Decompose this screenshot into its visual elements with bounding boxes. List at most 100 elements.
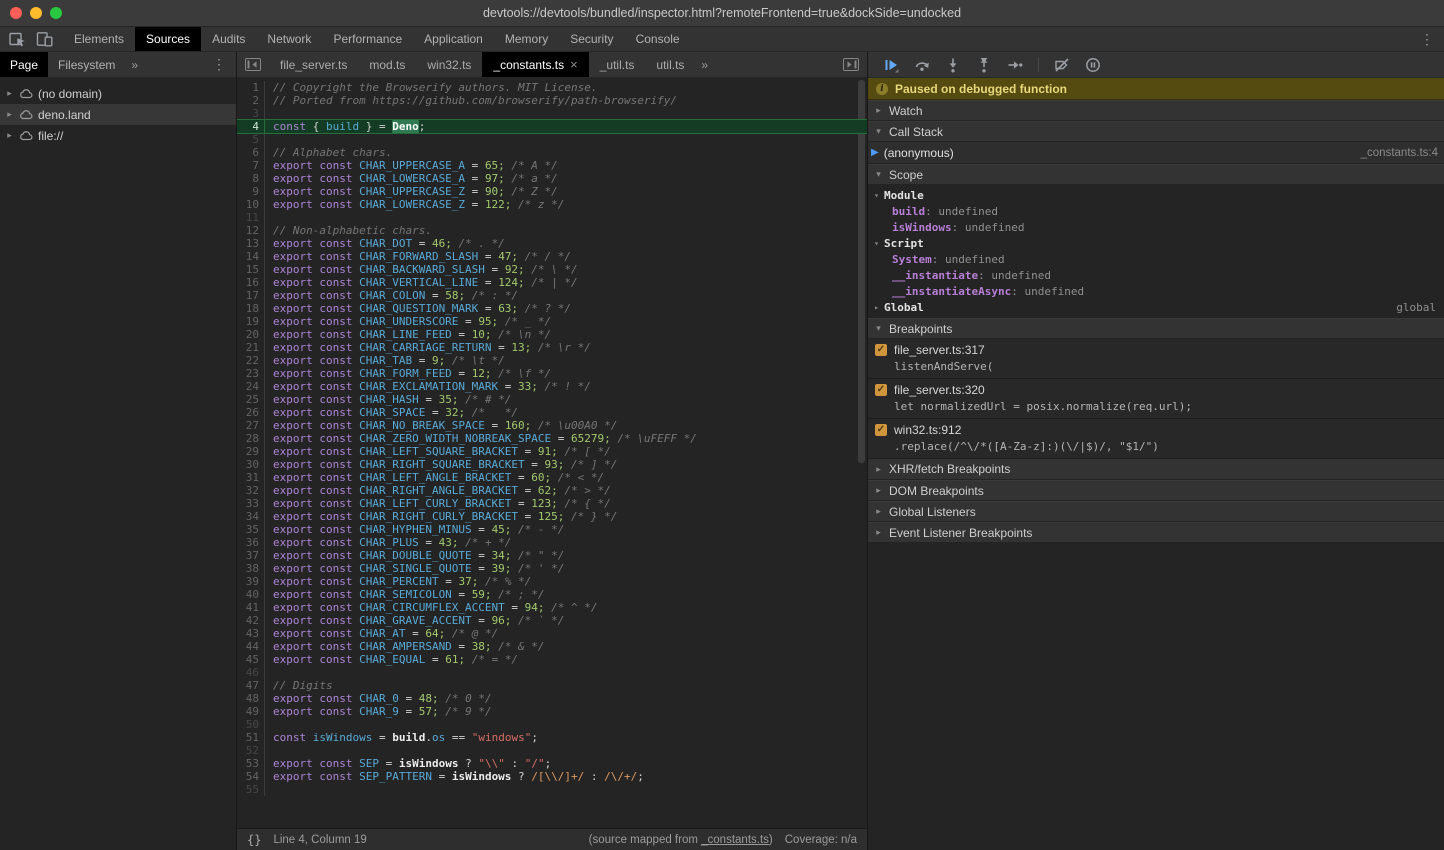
section-watch[interactable]: ▸ Watch <box>868 100 1444 121</box>
tab-network[interactable]: Network <box>256 27 322 51</box>
scope-property[interactable]: __instantiate: undefined <box>868 267 1444 283</box>
sidebar-tree-item-deno-land[interactable]: ▸deno.land <box>0 104 236 125</box>
line-number[interactable]: 53 <box>237 757 265 770</box>
hide-navigator-icon[interactable] <box>237 52 269 77</box>
navigator-tab-filesystem[interactable]: Filesystem <box>48 52 125 77</box>
line-number[interactable]: 6 <box>237 146 265 159</box>
line-number[interactable]: 2 <box>237 94 265 107</box>
device-toolbar-icon[interactable] <box>36 31 53 47</box>
line-number[interactable]: 44 <box>237 640 265 653</box>
step-icon[interactable] <box>1007 57 1023 73</box>
section-xhr-fetch-breakpoints[interactable]: ▸XHR/fetch Breakpoints <box>868 459 1444 480</box>
line-number[interactable]: 9 <box>237 185 265 198</box>
section-global-listeners[interactable]: ▸Global Listeners <box>868 501 1444 522</box>
line-number[interactable]: 25 <box>237 393 265 406</box>
line-number[interactable]: 54 <box>237 770 265 783</box>
tab-console[interactable]: Console <box>625 27 691 51</box>
line-number[interactable]: 26 <box>237 406 265 419</box>
line-number[interactable]: 16 <box>237 276 265 289</box>
line-number[interactable]: 18 <box>237 302 265 315</box>
tab-security[interactable]: Security <box>559 27 624 51</box>
line-number[interactable]: 27 <box>237 419 265 432</box>
line-number[interactable]: 46 <box>237 666 265 679</box>
step-over-icon[interactable] <box>914 57 930 73</box>
breakpoint-checkbox[interactable]: ✓ <box>875 384 887 396</box>
hide-debugger-icon[interactable] <box>835 52 867 77</box>
line-number[interactable]: 41 <box>237 601 265 614</box>
inspect-icon[interactable] <box>9 31 26 47</box>
deactivate-breakpoints-icon[interactable] <box>1054 57 1070 73</box>
disclosure-triangle-icon[interactable]: ▸ <box>5 109 14 120</box>
line-number[interactable]: 8 <box>237 172 265 185</box>
scope-group-global[interactable]: ▸Globalglobal <box>868 299 1444 315</box>
sidebar-tree-item-no-domain[interactable]: ▸(no domain) <box>0 83 236 104</box>
line-number[interactable]: 1 <box>237 81 265 94</box>
scope-property[interactable]: isWindows: undefined <box>868 219 1444 235</box>
line-number[interactable]: 21 <box>237 341 265 354</box>
section-scope[interactable]: ▾ Scope <box>868 164 1444 185</box>
line-number[interactable]: 33 <box>237 497 265 510</box>
code-editor[interactable]: 1// Copyright the Browserify authors. MI… <box>237 78 867 828</box>
tab-elements[interactable]: Elements <box>63 27 135 51</box>
line-number[interactable]: 55 <box>237 783 265 796</box>
line-number[interactable]: 51 <box>237 731 265 744</box>
breakpoint-checkbox[interactable]: ✓ <box>875 344 887 356</box>
file-tabs-overflow-icon[interactable]: » <box>695 52 714 77</box>
tab-application[interactable]: Application <box>413 27 494 51</box>
navigator-more-menu-icon[interactable]: ⋮ <box>202 52 236 77</box>
scope-property[interactable]: __instantiateAsync: undefined <box>868 283 1444 299</box>
section-call-stack[interactable]: ▾ Call Stack <box>868 121 1444 142</box>
line-number[interactable]: 5 <box>237 133 265 146</box>
line-number[interactable]: 34 <box>237 510 265 523</box>
scope-property[interactable]: System: undefined <box>868 251 1444 267</box>
section-event-listener-breakpoints[interactable]: ▸Event Listener Breakpoints <box>868 522 1444 543</box>
section-breakpoints[interactable]: ▾ Breakpoints <box>868 318 1444 339</box>
line-number[interactable]: 39 <box>237 575 265 588</box>
line-number[interactable]: 13 <box>237 237 265 250</box>
line-number[interactable]: 17 <box>237 289 265 302</box>
line-number[interactable]: 28 <box>237 432 265 445</box>
line-number[interactable]: 37 <box>237 549 265 562</box>
line-number[interactable]: 36 <box>237 536 265 549</box>
devtools-more-menu-icon[interactable]: ⋮ <box>1410 27 1444 51</box>
line-number[interactable]: 52 <box>237 744 265 757</box>
line-number[interactable]: 31 <box>237 471 265 484</box>
navigator-tabs-overflow-icon[interactable]: » <box>125 52 144 77</box>
source-mapped-link[interactable]: _constants.ts <box>701 834 769 846</box>
file-tab-mod-ts[interactable]: mod.ts <box>358 52 416 77</box>
line-number[interactable]: 48 <box>237 692 265 705</box>
tab-memory[interactable]: Memory <box>494 27 559 51</box>
tab-sources[interactable]: Sources <box>135 27 201 51</box>
file-tab-win32-ts[interactable]: win32.ts <box>416 52 482 77</box>
file-tab-util-ts[interactable]: _util.ts <box>589 52 646 77</box>
scope-property[interactable]: build: undefined <box>868 203 1444 219</box>
line-number[interactable]: 20 <box>237 328 265 341</box>
tab-performance[interactable]: Performance <box>322 27 413 51</box>
line-number[interactable]: 40 <box>237 588 265 601</box>
line-number[interactable]: 29 <box>237 445 265 458</box>
file-tab-constants-ts[interactable]: _constants.ts× <box>482 52 588 77</box>
line-number[interactable]: 7 <box>237 159 265 172</box>
line-number[interactable]: 24 <box>237 380 265 393</box>
call-stack-frame[interactable]: ▶(anonymous)_constants.ts:4 <box>868 142 1444 164</box>
disclosure-triangle-icon[interactable]: ▸ <box>5 130 14 141</box>
disclosure-triangle-icon[interactable]: ▸ <box>5 88 14 99</box>
line-number[interactable]: 15 <box>237 263 265 276</box>
breakpoint-entry[interactable]: ✓file_server.ts:320let normalizedUrl = p… <box>868 379 1444 419</box>
file-tab-file-server-ts[interactable]: file_server.ts <box>269 52 358 77</box>
navigator-tab-page[interactable]: Page <box>0 52 48 77</box>
step-into-icon[interactable] <box>945 57 961 73</box>
section-dom-breakpoints[interactable]: ▸DOM Breakpoints <box>868 480 1444 501</box>
breakpoint-entry[interactable]: ✓win32.ts:912.replace(/^\/*([A-Za-z]:)(\… <box>868 419 1444 459</box>
line-number[interactable]: 30 <box>237 458 265 471</box>
line-number[interactable]: 22 <box>237 354 265 367</box>
line-number[interactable]: 10 <box>237 198 265 211</box>
resume-icon[interactable] <box>883 57 899 73</box>
line-number[interactable]: 23 <box>237 367 265 380</box>
line-number[interactable]: 45 <box>237 653 265 666</box>
pause-on-exceptions-icon[interactable] <box>1085 57 1101 73</box>
line-number[interactable]: 19 <box>237 315 265 328</box>
breakpoint-checkbox[interactable]: ✓ <box>875 424 887 436</box>
close-tab-icon[interactable]: × <box>570 57 578 72</box>
line-number[interactable]: 14 <box>237 250 265 263</box>
